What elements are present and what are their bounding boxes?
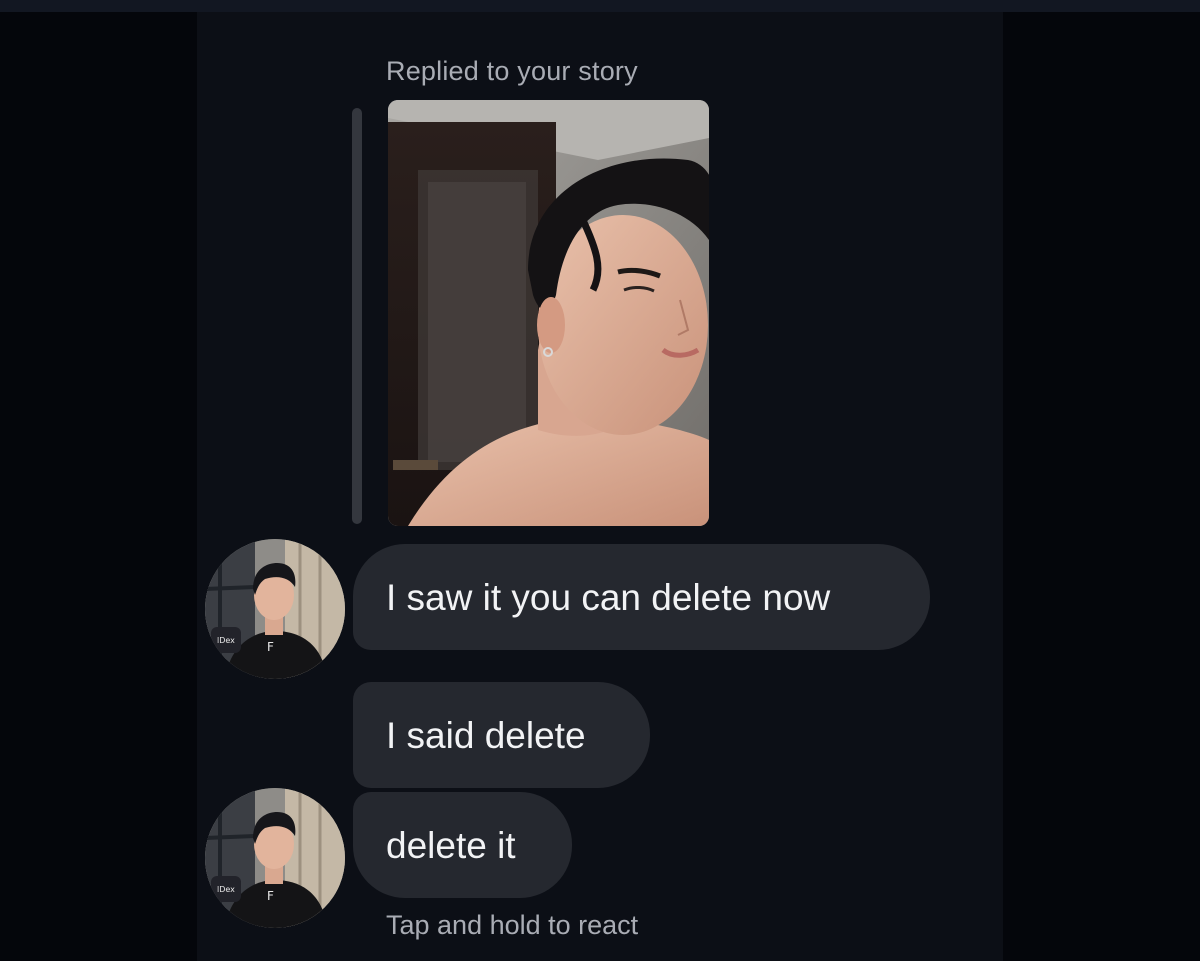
screenshot-frame: Replied to your story lDex F I saw it yo… <box>0 0 1200 961</box>
svg-text:lDex: lDex <box>217 885 235 894</box>
story-reply-label: Replied to your story <box>386 56 638 86</box>
svg-text:F: F <box>267 640 274 654</box>
message-bubble[interactable]: delete it <box>353 792 572 898</box>
message-bubble[interactable]: I said delete <box>353 682 650 788</box>
svg-text:F: F <box>267 889 274 903</box>
react-hint: Tap and hold to react <box>386 910 639 940</box>
story-photo-icon <box>388 100 709 526</box>
top-bar <box>0 0 1200 12</box>
svg-text:lDex: lDex <box>217 636 235 645</box>
profile-photo-icon: lDex F <box>205 788 345 928</box>
reply-indicator-bar <box>352 108 362 524</box>
message-text: I said delete <box>386 714 586 756</box>
sender-avatar[interactable]: lDex F <box>205 539 345 679</box>
story-thumbnail[interactable] <box>388 100 709 526</box>
message-text: delete it <box>386 824 516 866</box>
sender-avatar[interactable]: lDex F <box>205 788 345 928</box>
message-text: I saw it you can delete now <box>386 576 831 618</box>
profile-photo-icon: lDex F <box>205 539 345 679</box>
message-bubble[interactable]: I saw it you can delete now <box>353 544 930 650</box>
